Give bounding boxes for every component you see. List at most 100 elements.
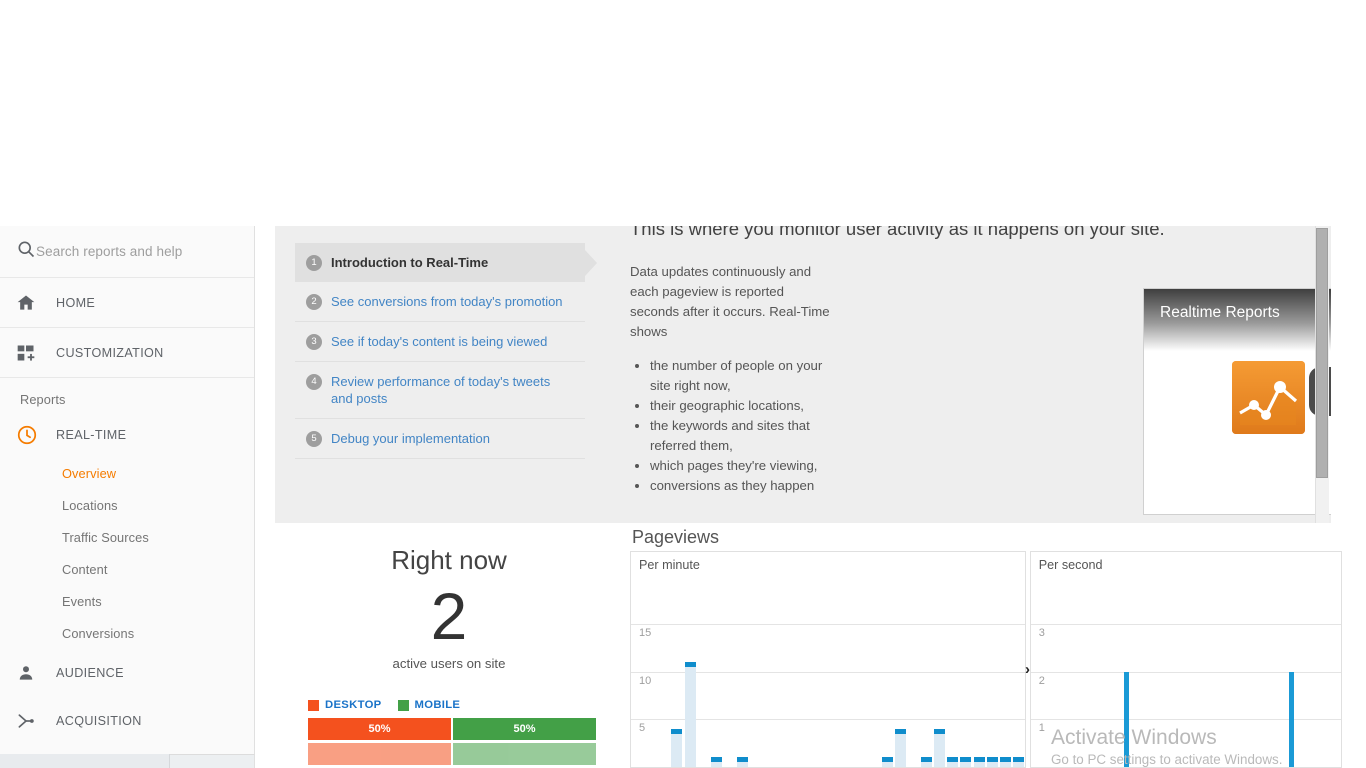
intro-step-5-label: Debug your implementation [331, 431, 490, 446]
chart-bar-cap [934, 728, 946, 734]
intro-step-pointer [585, 250, 597, 276]
intro-step-3-number: 3 [306, 334, 322, 350]
sidebar-item-real-time-label: REAL-TIME [56, 428, 127, 442]
sidebar-item-audience[interactable]: AUDIENCE [0, 649, 254, 697]
sidebar-item-customization-label: CUSTOMIZATION [56, 345, 164, 360]
chart-bar-cap [710, 757, 722, 763]
intro-step-4-label: Review performance of today's tweets and… [331, 374, 551, 406]
sidebar-item-acquisition-label: ACQUISITION [56, 714, 142, 728]
sidebar-item-traffic-sources[interactable]: Traffic Sources [0, 521, 254, 553]
page-scrollbar[interactable] [1352, 226, 1366, 768]
intro-step-list-container: 1 Introduction to Real-Time 2 See conver… [275, 226, 597, 523]
clock-icon [16, 424, 56, 446]
legend-desktop[interactable]: DESKTOP [308, 699, 382, 711]
chevron-right-icon[interactable]: › [1025, 661, 1030, 678]
legend-mobile[interactable]: MOBILE [397, 699, 461, 711]
device-share-bars: 50% 50% [308, 718, 596, 740]
sidebar-item-conversions[interactable]: Conversions [0, 617, 254, 649]
sidebar-item-content[interactable]: Content [0, 553, 254, 585]
page-blank-top [0, 0, 1366, 226]
sidebar-item-home[interactable]: HOME [0, 278, 254, 328]
sidebar-item-acquisition[interactable]: ACQUISITION [0, 697, 254, 745]
intro-paragraph: Data updates continuously and each pagev… [630, 264, 830, 339]
chart-bar [947, 757, 959, 767]
gridline [631, 623, 1025, 625]
intro-bullet-2: their geographic locations, [650, 396, 835, 416]
intro-step-1[interactable]: 1 Introduction to Real-Time [295, 243, 585, 282]
chart-bar [684, 661, 696, 767]
intro-scrollbar-thumb[interactable] [1316, 228, 1328, 478]
legend-mobile-label: MOBILE [414, 699, 461, 711]
chart-bar [1289, 671, 1295, 767]
chart-bar-cap [986, 757, 998, 763]
chart-bar-cap [894, 728, 906, 734]
chart-bar-cap [1012, 757, 1024, 763]
pageviews-panel: Pageviews Per minute 5 10 15 Per second 1 2… [623, 523, 1343, 768]
chart-bar-cap [960, 757, 972, 763]
intro-step-5[interactable]: 5 Debug your implementation [295, 419, 585, 459]
device-bar-mobile[interactable]: 50% [453, 718, 596, 740]
legend-desktop-label: DESKTOP [325, 699, 382, 711]
legend-mobile-swatch [397, 699, 409, 711]
right-now-panel: Right now 2 active users on site DESKTOP… [275, 523, 623, 768]
intro-step-4-number: 4 [306, 374, 322, 390]
search-reports-input[interactable]: Search reports and help [0, 226, 254, 278]
per-minute-chart[interactable]: Per minute 5 10 15 [630, 551, 1026, 768]
chart-bar [710, 757, 722, 767]
y-axis-tick: 3 [1038, 626, 1045, 639]
intro-step-3-label: See if today's content is being viewed [331, 334, 548, 349]
intro-step-4[interactable]: 4 Review performance of today's tweets a… [295, 362, 585, 419]
chart-bar-cap [973, 757, 985, 763]
gridline [1030, 671, 1341, 673]
sidebar-item-customization[interactable]: CUSTOMIZATION [0, 328, 254, 378]
sidebar-item-locations[interactable]: Locations [0, 489, 254, 521]
device-legend: DESKTOP MOBILE [308, 699, 623, 711]
intro-body: Data updates continuously and each pagev… [630, 262, 835, 496]
chart-bar [960, 757, 972, 767]
device-bar-desktop-reflection [308, 743, 451, 765]
intro-bullet-4: which pages they're viewing, [650, 456, 835, 476]
intro-bullet-3: the keywords and sites that referred the… [650, 416, 835, 456]
sidebar-item-events[interactable]: Events [0, 585, 254, 617]
y-axis-tick: 2 [1038, 674, 1045, 687]
gridline [1030, 719, 1341, 721]
per-second-chart[interactable]: Per second 1 2 3 [1029, 551, 1342, 768]
intro-step-2[interactable]: 2 See conversions from today's promotion [295, 282, 585, 322]
chart-bar-cap [737, 757, 749, 763]
chart-bar-cap [947, 757, 959, 763]
chart-bar [973, 757, 985, 767]
y-axis-tick: 5 [639, 722, 646, 735]
right-now-title: Right now [391, 545, 507, 575]
google-analytics-logo-icon [1232, 361, 1305, 434]
sidebar-gap [256, 226, 275, 768]
chart-bar [1123, 671, 1129, 767]
reports-section-label: Reports [20, 392, 66, 407]
active-users-count: 2 [430, 579, 468, 653]
intro-step-1-number: 1 [306, 255, 322, 271]
intro-step-3[interactable]: 3 See if today's content is being viewed [295, 322, 585, 362]
intro-content: This is where you monitor user activity … [597, 226, 1331, 523]
active-users-subtitle: active users on site [392, 656, 506, 671]
chart-bar [894, 728, 906, 767]
chart-bar-cap [921, 757, 932, 763]
chart-bar-cap [671, 728, 683, 734]
chart-bar [986, 757, 998, 767]
intro-step-list: 1 Introduction to Real-Time 2 See conver… [295, 243, 585, 459]
sidebar-item-overview[interactable]: Overview [0, 457, 254, 489]
sidebar: Search reports and help HOME CUSTOMIZATI… [0, 226, 255, 754]
home-icon [16, 293, 56, 313]
chart-bar [881, 757, 893, 767]
chart-bar [1012, 757, 1024, 767]
sidebar-footer-left [0, 754, 170, 768]
device-bar-desktop[interactable]: 50% [308, 718, 451, 740]
chart-bar-cap [881, 757, 893, 763]
sidebar-item-real-time[interactable]: REAL-TIME [0, 413, 254, 457]
intro-step-2-number: 2 [306, 294, 322, 310]
chart-bar [921, 757, 932, 767]
sidebar-item-home-label: HOME [56, 295, 96, 310]
intro-step-2-label: See conversions from today's promotion [331, 294, 563, 309]
realtime-video-thumbnail[interactable]: Realtime Reports [1143, 288, 1331, 515]
chart-bar [934, 728, 946, 767]
intro-bullet-1: the number of people on your site right … [650, 356, 835, 396]
share-nodes-icon [16, 711, 56, 731]
